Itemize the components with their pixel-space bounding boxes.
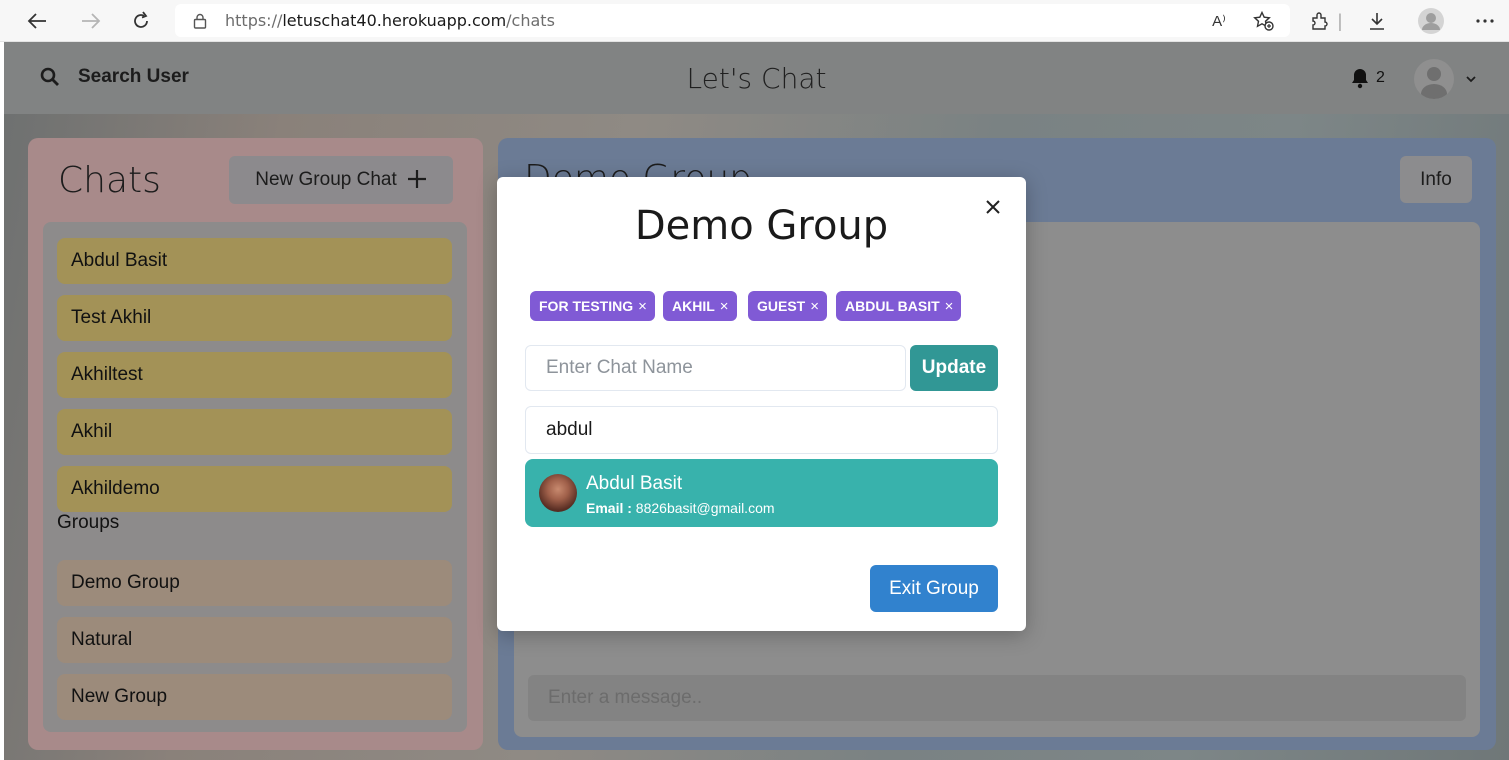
user-search-result[interactable]: Abdul Basit Email : 8826basit@gmail.com [525,459,998,527]
chat-name-input[interactable]: Enter Chat Name [525,345,906,391]
info-button[interactable]: Info [1400,156,1472,203]
chat-list: Abdul Basit Test Akhil Akhiltest Akhil A… [43,222,467,732]
more-menu-icon[interactable] [1472,8,1498,34]
chevron-down-icon [1466,72,1476,86]
chat-item[interactable]: Abdul Basit [57,238,452,284]
email-value: 8826basit@gmail.com [635,500,775,516]
message-input[interactable]: Enter a message.. [528,675,1466,721]
new-group-chat-button[interactable]: New Group Chat [229,156,453,204]
back-arrow-icon[interactable] [24,8,50,34]
app-header: Search User Let's Chat 2 [4,42,1509,114]
result-email: Email : 8826basit@gmail.com [586,500,775,516]
forward-arrow-icon[interactable] [78,8,104,34]
member-badge-label: ABDUL BASIT [845,298,940,314]
close-icon[interactable]: × [720,298,729,315]
plus-icon [407,165,427,196]
email-label: Email : [586,500,632,516]
exit-group-button[interactable]: Exit Group [870,565,998,612]
notification-button[interactable]: 2 [1350,67,1385,89]
bell-icon [1352,69,1368,89]
member-badge[interactable]: GUEST × [748,291,827,321]
browser-toolbar: https://letuschat40.herokuapp.com/chats … [0,0,1509,42]
close-icon[interactable]: × [810,298,819,315]
refresh-icon[interactable] [128,8,154,34]
group-item[interactable]: Natural [57,617,452,663]
url-path: /chats [506,11,555,30]
group-item[interactable]: New Group [57,674,452,720]
update-button[interactable]: Update [910,345,998,391]
group-item[interactable]: Demo Group [57,560,452,606]
chats-title: Chats [58,160,161,201]
member-badge-label: FOR TESTING [539,298,634,314]
group-settings-modal: Demo Group FOR TESTING × AKHIL × GUEST × AB… [497,177,1026,631]
close-icon[interactable] [981,195,1005,219]
lock-icon [193,13,207,29]
modal-title: Demo Group [634,203,889,249]
close-icon[interactable]: × [945,298,954,315]
url-prefix: https:// [225,11,283,30]
user-menu-button[interactable] [1414,59,1476,99]
add-user-search-input[interactable]: abdul [525,406,998,454]
chat-item[interactable]: Test Akhil [57,295,452,341]
member-badge[interactable]: AKHIL × [663,291,737,321]
extensions-icon[interactable] [1306,8,1332,34]
close-icon[interactable]: × [638,298,647,315]
address-bar[interactable]: https://letuschat40.herokuapp.com/chats [175,4,1290,37]
member-badge[interactable]: FOR TESTING × [530,291,655,321]
add-favorite-icon[interactable] [1251,8,1277,34]
avatar [1414,59,1454,99]
toolbar-divider: | [1337,10,1343,31]
notification-count: 2 [1376,69,1385,86]
url-domain: letuschat40.herokuapp.com [282,11,507,30]
avatar [539,474,577,512]
groups-label: Groups [57,512,120,533]
member-badge[interactable]: ABDUL BASIT × [836,291,962,321]
my-chats-panel: Chats New Group Chat Abdul Basit Test Ak… [28,138,483,750]
read-aloud-label: A⁾ [1212,13,1226,30]
chat-item[interactable]: Akhildemo [57,466,452,512]
chat-item[interactable]: Akhil [57,409,452,455]
read-aloud-icon[interactable]: A⁾ [1206,8,1232,34]
result-name: Abdul Basit [586,473,683,494]
member-badge-label: AKHIL [672,298,715,314]
downloads-icon[interactable] [1364,8,1390,34]
profile-icon[interactable] [1418,8,1444,34]
url-text: https://letuschat40.herokuapp.com/chats [225,11,555,30]
new-group-chat-label: New Group Chat [255,169,397,190]
chat-item[interactable]: Akhiltest [57,352,452,398]
member-badge-label: GUEST [757,298,806,314]
app-title: Let's Chat [686,62,827,95]
